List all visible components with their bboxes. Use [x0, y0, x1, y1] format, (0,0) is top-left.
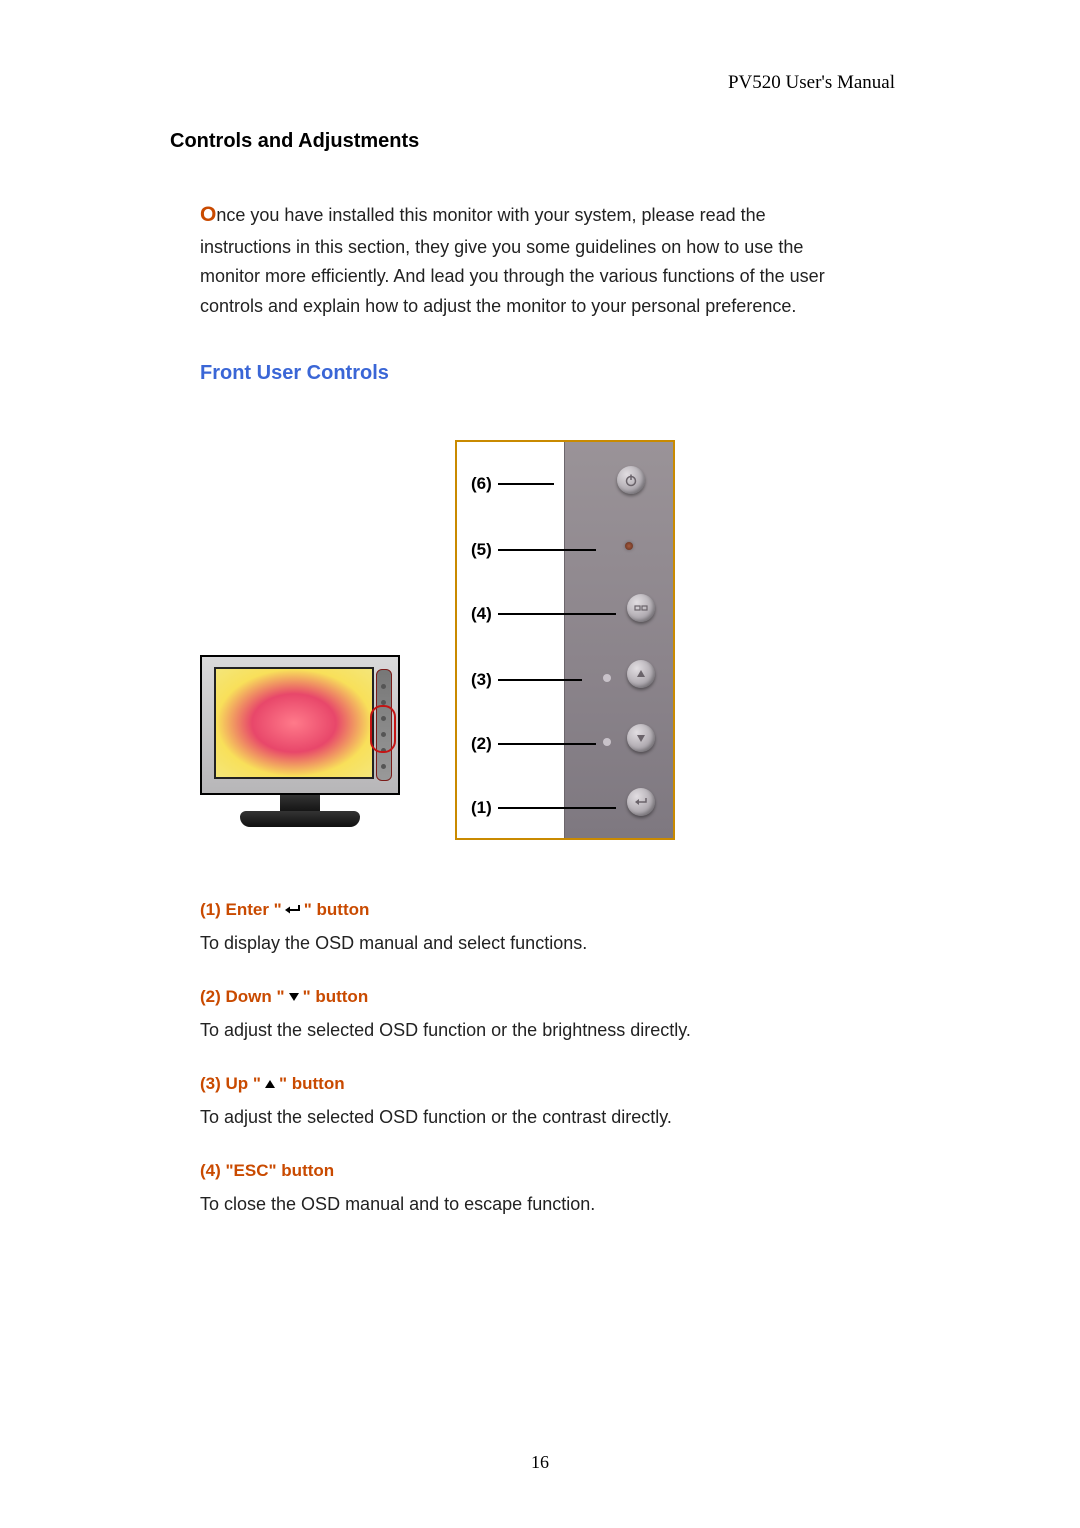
power-button-icon: [617, 466, 645, 494]
up-indicator-icon: [603, 674, 611, 682]
callout-label: (4): [471, 604, 492, 624]
callout-line: [498, 743, 596, 745]
title-post: " button: [303, 987, 369, 1007]
control-item-body: To display the OSD manual and select fun…: [200, 930, 900, 957]
enter-button-icon: [627, 788, 655, 816]
callout-label: (5): [471, 540, 492, 560]
title-post: " button: [304, 900, 370, 920]
control-item-title: (4) "ESC" button: [200, 1161, 900, 1181]
monitor-bezel: [200, 655, 400, 795]
control-item-title: (2) Down " " button: [200, 987, 900, 1007]
intro-dropcap: O: [200, 203, 216, 226]
callout-label: (3): [471, 670, 492, 690]
controls-highlight-ring: [370, 705, 396, 753]
controls-descriptions: (1) Enter " " button To display the OSD …: [200, 900, 900, 1218]
page-header: PV520 User's Manual: [728, 72, 895, 94]
down-button-icon: [627, 724, 655, 752]
figure-row: (6) (5) (4) (3) (2): [200, 440, 900, 840]
callout: (3): [471, 670, 582, 690]
monitor-screen: [214, 667, 374, 779]
panel-surface: [564, 442, 673, 838]
intro-paragraph: Once you have installed this monitor wit…: [200, 198, 840, 322]
control-item-body: To adjust the selected OSD function or t…: [200, 1017, 900, 1044]
intro-text: nce you have installed this monitor with…: [200, 205, 825, 316]
up-button-icon: [627, 660, 655, 688]
title-pre: (2) Down ": [200, 987, 285, 1007]
header-title: User's Manual: [781, 72, 895, 93]
control-item-title: (3) Up " " button: [200, 1074, 900, 1094]
body-block: Once you have installed this monitor wit…: [200, 198, 900, 1218]
down-arrow-icon: [287, 991, 301, 1003]
callout-line: [498, 613, 616, 615]
led-indicator-icon: [625, 542, 633, 550]
monitor-figure: [200, 655, 400, 840]
callout: (4): [471, 604, 616, 624]
callout: (6): [471, 474, 554, 494]
section-title: Controls and Adjustments: [170, 130, 900, 153]
callout-line: [498, 549, 596, 551]
control-item-title: (1) Enter " " button: [200, 900, 900, 920]
callout: (1): [471, 798, 616, 818]
subheading: Front User Controls: [200, 362, 900, 385]
callout: (2): [471, 734, 596, 754]
control-panel-figure: (6) (5) (4) (3) (2): [455, 440, 675, 840]
down-indicator-icon: [603, 738, 611, 746]
panel-callout-area: [457, 442, 565, 838]
title-pre: (4) "ESC" button: [200, 1161, 334, 1181]
up-arrow-icon: [263, 1078, 277, 1090]
model-name: PV520: [728, 72, 781, 93]
callout-label: (6): [471, 474, 492, 494]
title-pre: (3) Up ": [200, 1074, 261, 1094]
control-item-body: To close the OSD manual and to escape fu…: [200, 1191, 900, 1218]
callout-line: [498, 483, 554, 485]
esc-button-icon: [627, 594, 655, 622]
enter-arrow-icon: [284, 903, 302, 917]
title-pre: (1) Enter ": [200, 900, 282, 920]
manual-page: PV520 User's Manual Controls and Adjustm…: [0, 0, 1080, 1528]
callout-label: (1): [471, 798, 492, 818]
title-post: " button: [279, 1074, 345, 1094]
control-item-body: To adjust the selected OSD function or t…: [200, 1104, 900, 1131]
monitor-base: [240, 811, 360, 827]
callout-label: (2): [471, 734, 492, 754]
callout-line: [498, 807, 616, 809]
page-number: 16: [0, 1452, 1080, 1473]
callout: (5): [471, 540, 596, 560]
callout-line: [498, 679, 582, 681]
